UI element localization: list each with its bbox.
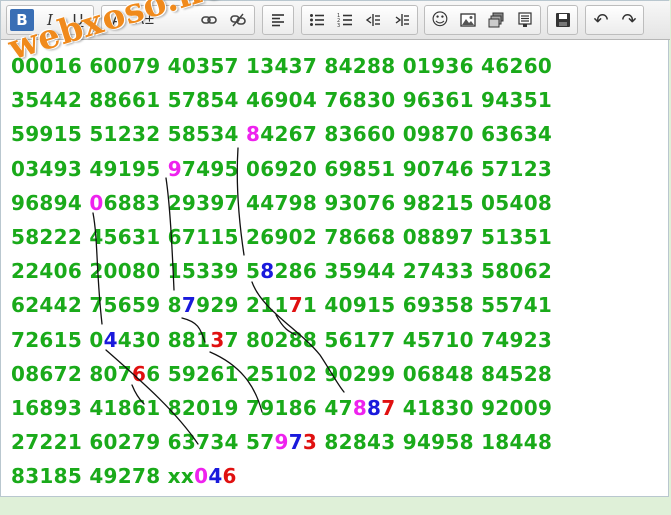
outdent-icon	[365, 14, 380, 26]
number-text: 08672 807	[11, 361, 132, 386]
toolbar-group-lists: 123	[301, 5, 418, 35]
smiley-button[interactable]: ☺	[428, 9, 452, 31]
toolbar-group-insert: ☺	[424, 5, 541, 35]
quote-icon	[518, 12, 532, 27]
number-row: 83185 49278 xx046	[11, 459, 661, 493]
number-text: 96894	[11, 190, 90, 215]
number-row: 16893 41861 82019 79186 47887 41830 9200…	[11, 391, 661, 425]
media-icon	[488, 12, 504, 28]
link-icon	[201, 16, 217, 24]
toolbar-group-save	[547, 5, 578, 35]
number-text: 72615 0	[11, 327, 104, 352]
highlighted-digit: 7	[288, 430, 303, 455]
number-row: 59915 51232 58534 84267 83660 09870 6363…	[11, 117, 661, 151]
number-text: 22406 20080 15339 5	[11, 259, 261, 284]
save-icon	[556, 13, 570, 27]
highlighted-digit: 6	[222, 464, 237, 489]
number-text: 430 881	[117, 327, 211, 352]
highlighted-digit: 7	[381, 395, 396, 420]
number-row: 35442 88661 57854 46904 76830 96361 9435…	[11, 83, 661, 117]
bullet-list-button[interactable]	[305, 9, 329, 31]
highlighted-digit: 3	[210, 327, 225, 352]
highlighted-digit: 4	[103, 327, 118, 352]
number-text: 00016 60079 40357 13437 84288 01936 4626…	[11, 54, 553, 78]
quote-button[interactable]	[513, 9, 537, 31]
highlighted-digit: 0	[89, 190, 104, 215]
number-text: 82843 94958 18448	[317, 430, 553, 455]
undo-icon: ↶	[593, 9, 609, 31]
highlighted-digit: 9	[274, 430, 289, 455]
bullet-list-icon	[310, 14, 324, 26]
undo-button[interactable]: ↶	[589, 9, 613, 31]
indent-icon	[395, 14, 409, 26]
rich-text-editor: B I U A A± 123 ☺ ↶ ↷ 00016 60079 40357 1…	[0, 0, 670, 497]
number-text: 58222 45631 67115 26902 78668 08897 5135…	[11, 224, 553, 249]
numbered-list-icon: 123	[337, 13, 352, 28]
save-button[interactable]	[551, 9, 575, 31]
number-row: 96894 06883 29397 44798 93076 98215 0540…	[11, 186, 661, 220]
outdent-button[interactable]	[361, 9, 385, 31]
toolbar-group-history: ↶ ↷	[585, 5, 644, 35]
highlighted-digit: 8	[260, 259, 275, 284]
footer-bar	[0, 497, 671, 515]
highlighted-digit: 7	[288, 293, 303, 318]
number-text: 6883 29397 44798 93076 98215 05408	[103, 190, 553, 215]
align-left-button[interactable]	[266, 9, 290, 31]
highlighted-digit: 7	[181, 293, 197, 318]
number-row: 22406 20080 15339 58286 35944 27433 5806…	[11, 254, 661, 288]
unlink-button[interactable]	[226, 9, 250, 31]
number-text: 286 35944 27433 58062	[274, 259, 553, 284]
highlighted-digit: 8	[367, 395, 382, 420]
image-icon	[460, 13, 476, 27]
image-button[interactable]	[456, 9, 480, 31]
number-text: 41830 92009	[395, 395, 553, 420]
number-text: 03493 49195	[11, 156, 168, 181]
highlighted-digit: 8	[246, 122, 261, 147]
number-row: 62442 75659 87929 21171 40915 69358 5574…	[11, 288, 661, 322]
number-row: 58222 45631 67115 26902 78668 08897 5135…	[11, 220, 661, 254]
editor-content-area[interactable]: 00016 60079 40357 13437 84288 01936 4626…	[11, 49, 661, 493]
toolbar-group-align	[262, 5, 294, 35]
number-text: 7 80288 56177 45710 74923	[224, 327, 553, 352]
highlighted-digit: 4	[208, 464, 223, 489]
redo-icon: ↷	[621, 9, 637, 31]
media-button[interactable]	[484, 9, 508, 31]
indent-button[interactable]	[390, 9, 414, 31]
number-text: 83185 49278 xx	[11, 464, 195, 489]
numbered-list-button[interactable]: 123	[333, 9, 357, 31]
number-row: 08672 80766 59261 25102 90299 06848 8452…	[11, 357, 661, 391]
number-row: 27221 60279 63734 57973 82843 94958 1844…	[11, 425, 661, 459]
highlighted-digit: 6	[132, 361, 147, 386]
smiley-icon: ☺	[431, 10, 449, 30]
number-text: 35442 88661 57854 46904 76830 96361 9435…	[11, 88, 553, 113]
number-text: 4267 83660 09870 63634	[260, 122, 553, 147]
number-row: 00016 60079 40357 13437 84288 01936 4626…	[11, 49, 661, 83]
number-text: 7495 06920 69851 90746 57123	[181, 156, 553, 181]
unlink-icon	[230, 13, 246, 27]
number-text: 1 40915 69358 55741	[302, 293, 553, 318]
number-row: 72615 04430 88137 80288 56177 45710 7492…	[11, 323, 661, 357]
number-row: 03493 49195 97495 06920 69851 90746 5712…	[11, 152, 661, 186]
svg-text:3: 3	[337, 23, 340, 28]
number-text: 16893 41861 82019 79186 47	[11, 395, 353, 420]
link-button[interactable]	[197, 9, 221, 31]
number-text: 6 59261 25102 90299 06848 84528	[146, 361, 553, 386]
highlighted-digit: 3	[302, 430, 318, 455]
number-text: 59915 51232 58534	[11, 122, 247, 147]
highlighted-digit: 9	[167, 156, 182, 181]
highlighted-digit: 8	[352, 395, 368, 420]
align-left-icon	[272, 14, 284, 27]
highlighted-digit: 0	[194, 464, 209, 489]
redo-button[interactable]: ↷	[617, 9, 641, 31]
number-text: 929 211	[196, 293, 289, 318]
number-text: 27221 60279 63734 57	[11, 430, 275, 455]
number-text: 62442 75659 8	[11, 293, 182, 318]
